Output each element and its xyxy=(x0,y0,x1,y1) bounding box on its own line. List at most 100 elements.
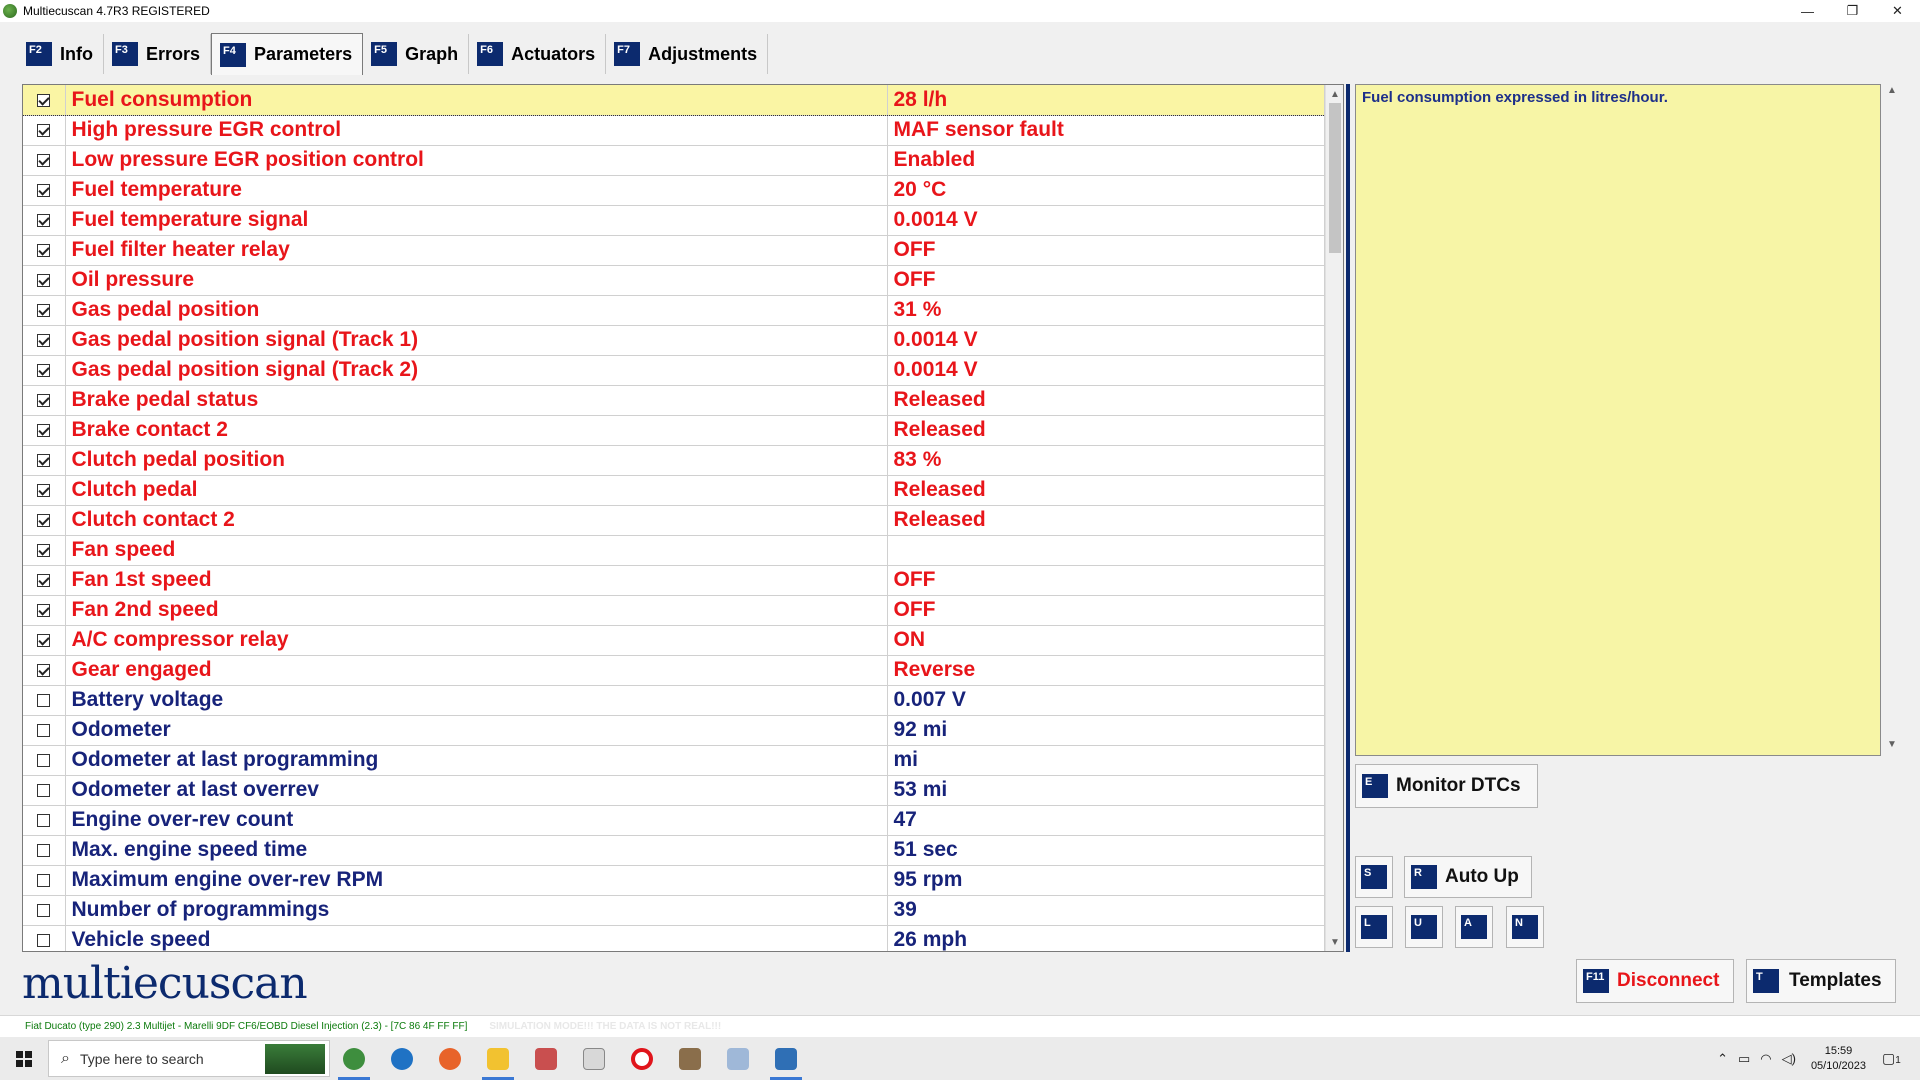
remote-taskbar-icon[interactable] xyxy=(762,1037,810,1080)
n-button[interactable]: N xyxy=(1506,906,1544,948)
parameter-row[interactable]: Max. engine speed time 51 sec xyxy=(23,835,1325,866)
parameter-checkbox[interactable] xyxy=(37,243,51,257)
parameter-checkbox[interactable] xyxy=(37,723,51,737)
parameter-row[interactable]: Battery voltage 0.007 V xyxy=(23,685,1325,716)
notification-icon[interactable]: ▢1 xyxy=(1882,1050,1910,1067)
parameter-checkbox[interactable] xyxy=(37,513,51,527)
minimize-button[interactable]: — xyxy=(1785,0,1830,22)
chevron-up-icon[interactable]: ⌃ xyxy=(1717,1051,1728,1067)
parameter-checkbox[interactable] xyxy=(37,633,51,647)
parameter-checkbox[interactable] xyxy=(37,453,51,467)
parameter-row[interactable]: Fan speed xyxy=(23,535,1325,566)
parameter-checkbox[interactable] xyxy=(37,153,51,167)
scroll-down-arrow-icon[interactable]: ▼ xyxy=(1882,739,1902,757)
templates-button[interactable]: T Templates xyxy=(1746,959,1896,1003)
parameter-row[interactable]: Odometer 92 mi xyxy=(23,715,1325,746)
u-button[interactable]: U xyxy=(1405,906,1443,948)
parameter-row[interactable]: Fuel temperature 20 °C xyxy=(23,175,1325,206)
parameter-scrollbar[interactable]: ▲ ▼ xyxy=(1325,85,1343,951)
battery-icon[interactable]: ▭ xyxy=(1738,1051,1750,1067)
app-taskbar-icon[interactable] xyxy=(522,1037,570,1080)
tools-taskbar-icon[interactable] xyxy=(666,1037,714,1080)
parameter-checkbox[interactable] xyxy=(37,483,51,497)
clock[interactable]: 15:59 05/10/2023 xyxy=(1811,1044,1866,1074)
paint-taskbar-icon[interactable] xyxy=(714,1037,762,1080)
close-button[interactable]: ✕ xyxy=(1875,0,1920,22)
parameter-row[interactable]: Brake pedal status Released xyxy=(23,385,1325,416)
parameter-checkbox[interactable] xyxy=(37,363,51,377)
wifi-icon[interactable]: ◠ xyxy=(1760,1051,1771,1067)
parameter-checkbox[interactable] xyxy=(37,543,51,557)
parameter-checkbox[interactable] xyxy=(37,393,51,407)
scroll-thumb[interactable] xyxy=(1329,103,1341,253)
description-scrollbar[interactable]: ▲ ▼ xyxy=(1882,85,1902,757)
parameter-checkbox[interactable] xyxy=(37,603,51,617)
parameter-row[interactable]: Low pressure EGR position control Enabled xyxy=(23,145,1325,176)
a-button[interactable]: A xyxy=(1455,906,1493,948)
parameter-row[interactable]: Number of programmings 39 xyxy=(23,895,1325,926)
auto-up-button[interactable]: R Auto Up xyxy=(1404,856,1532,898)
parameter-row[interactable]: Oil pressure OFF xyxy=(23,265,1325,296)
parameter-row[interactable]: Fuel temperature signal 0.0014 V xyxy=(23,205,1325,236)
parameter-checkbox[interactable] xyxy=(37,933,51,947)
scroll-down-arrow-icon[interactable]: ▼ xyxy=(1326,933,1343,951)
parameter-row[interactable]: Fan 2nd speed OFF xyxy=(23,595,1325,626)
parameter-row[interactable]: Clutch pedal Released xyxy=(23,475,1325,506)
l-button[interactable]: L xyxy=(1355,906,1393,948)
parameter-checkbox[interactable] xyxy=(37,213,51,227)
parameter-row[interactable]: A/C compressor relay ON xyxy=(23,625,1325,656)
monitor-dtcs-button[interactable]: E Monitor DTCs xyxy=(1355,764,1538,808)
restore-button[interactable]: ❐ xyxy=(1830,0,1875,22)
parameter-checkbox[interactable] xyxy=(37,843,51,857)
parameter-checkbox[interactable] xyxy=(37,423,51,437)
start-button[interactable] xyxy=(0,1037,48,1080)
parameter-row[interactable]: Fuel consumption 28 l/h xyxy=(23,85,1326,116)
parameter-row[interactable]: Gas pedal position signal (Track 2) 0.001… xyxy=(23,355,1325,386)
parameter-checkbox[interactable] xyxy=(37,693,51,707)
parameter-checkbox[interactable] xyxy=(37,903,51,917)
parameter-checkbox[interactable] xyxy=(37,93,51,107)
parameter-row[interactable]: Gas pedal position signal (Track 1) 0.001… xyxy=(23,325,1325,356)
tab-actuators[interactable]: F6 Actuators xyxy=(469,34,607,74)
parameter-checkbox[interactable] xyxy=(37,813,51,827)
parameter-row[interactable]: Clutch pedal position 83 % xyxy=(23,445,1325,476)
parameter-checkbox[interactable] xyxy=(37,573,51,587)
tab-parameters[interactable]: F4 Parameters xyxy=(211,33,364,75)
opera-taskbar-icon[interactable] xyxy=(618,1037,666,1080)
multiecuscan-taskbar-icon[interactable] xyxy=(330,1037,378,1080)
scroll-up-arrow-icon[interactable]: ▲ xyxy=(1326,85,1343,103)
tab-graph[interactable]: F5 Graph xyxy=(363,34,470,74)
taskbar-search[interactable]: ⌕ Type here to search xyxy=(48,1040,330,1077)
parameter-row[interactable]: Engine over-rev count 47 xyxy=(23,805,1325,836)
parameter-row[interactable]: Fuel filter heater relay OFF xyxy=(23,235,1325,266)
parameter-row[interactable]: Vehicle speed 26 mph xyxy=(23,925,1325,951)
parameter-checkbox[interactable] xyxy=(37,873,51,887)
edge-taskbar-icon[interactable] xyxy=(378,1037,426,1080)
parameter-row[interactable]: Brake contact 2 Released xyxy=(23,415,1325,446)
parameter-row[interactable]: Clutch contact 2 Released xyxy=(23,505,1325,536)
firefox-taskbar-icon[interactable] xyxy=(426,1037,474,1080)
parameter-row[interactable]: Maximum engine over-rev RPM 95 rpm xyxy=(23,865,1325,896)
file-explorer-taskbar-icon[interactable] xyxy=(474,1037,522,1080)
parameter-checkbox[interactable] xyxy=(37,183,51,197)
parameter-row[interactable]: Gear engaged Reverse xyxy=(23,655,1325,686)
parameter-checkbox[interactable] xyxy=(37,783,51,797)
tab-errors[interactable]: F3 Errors xyxy=(104,34,212,74)
volume-icon[interactable]: ◁) xyxy=(1782,1051,1796,1067)
parameter-row[interactable]: Gas pedal position 31 % xyxy=(23,295,1325,326)
disconnect-button[interactable]: F11 Disconnect xyxy=(1576,959,1734,1003)
parameter-checkbox[interactable] xyxy=(37,303,51,317)
parameter-list[interactable]: Fuel consumption 28 l/h High pressure EGR … xyxy=(22,84,1344,952)
parameter-row[interactable]: High pressure EGR control MAF sensor faul… xyxy=(23,115,1325,146)
s-button[interactable]: S xyxy=(1355,856,1393,898)
parameter-row[interactable]: Odometer at last programming mi xyxy=(23,745,1325,776)
parameter-row[interactable]: Fan 1st speed OFF xyxy=(23,565,1325,596)
parameter-checkbox[interactable] xyxy=(37,753,51,767)
parameter-checkbox[interactable] xyxy=(37,273,51,287)
tab-info[interactable]: F2 Info xyxy=(18,34,104,74)
panel-splitter[interactable] xyxy=(1346,84,1350,952)
parameter-checkbox[interactable] xyxy=(37,123,51,137)
parameter-row[interactable]: Odometer at last overrev 53 mi xyxy=(23,775,1325,806)
scroll-up-arrow-icon[interactable]: ▲ xyxy=(1882,85,1902,103)
document-taskbar-icon[interactable] xyxy=(570,1037,618,1080)
